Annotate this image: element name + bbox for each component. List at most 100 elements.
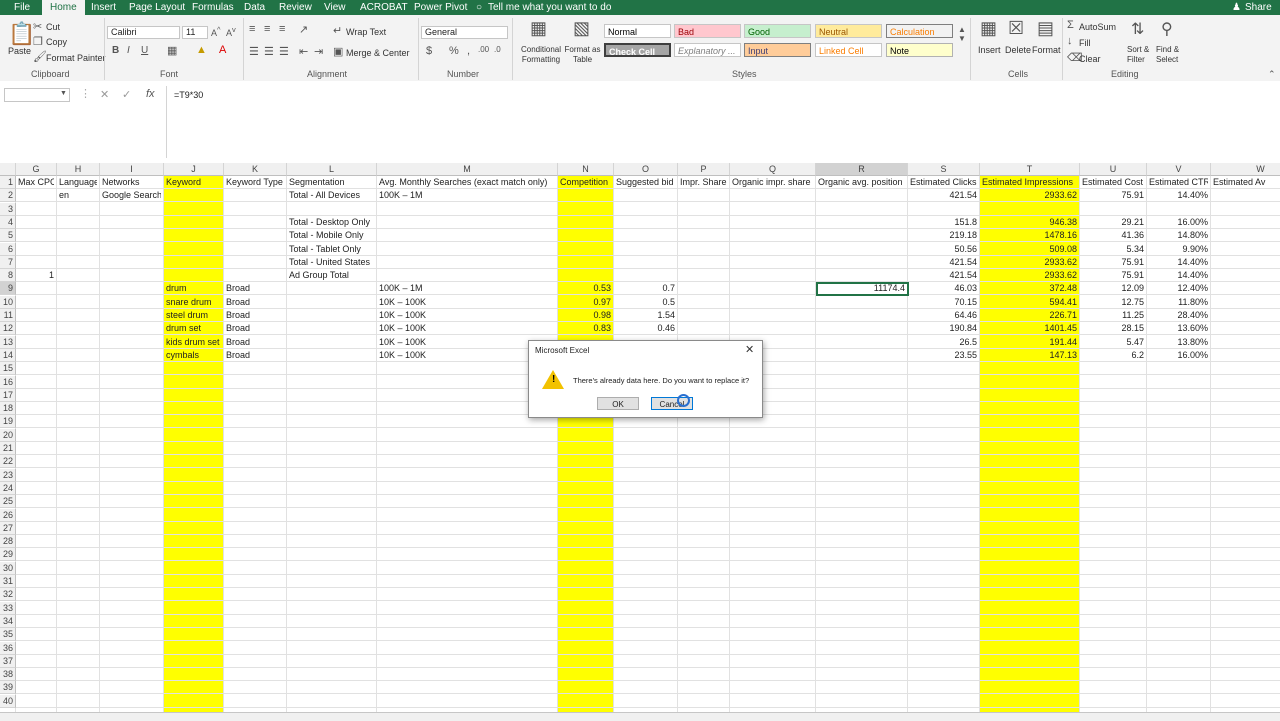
table-cell[interactable]: 11.25 xyxy=(1082,309,1144,322)
column-title-cell[interactable]: Max CPC xyxy=(18,176,54,189)
find-icon[interactable]: ⚲ xyxy=(1161,19,1173,39)
row-header[interactable]: 1 xyxy=(0,176,16,189)
orientation-icon[interactable]: ↗ xyxy=(299,23,308,36)
table-cell[interactable]: 0.97 xyxy=(560,296,611,309)
table-cell[interactable]: 1478.16 xyxy=(982,229,1077,242)
row-header[interactable]: 15 xyxy=(0,362,16,376)
table-cell[interactable]: drum set xyxy=(166,322,221,335)
row-header[interactable]: 37 xyxy=(0,654,16,668)
conditional-formatting-button[interactable]: Conditional Formatting xyxy=(517,45,565,65)
table-cell[interactable]: 2933.62 xyxy=(982,256,1077,269)
cut-button[interactable]: Cut xyxy=(46,22,60,32)
column-header-i[interactable]: I xyxy=(100,163,164,176)
table-cell[interactable]: 70.15 xyxy=(910,296,977,309)
row-header[interactable]: 7 xyxy=(0,255,16,269)
table-cell[interactable]: 0.53 xyxy=(560,282,611,295)
row-header[interactable]: 5 xyxy=(0,229,16,243)
cancel-entry-icon[interactable]: ✕ xyxy=(100,88,109,101)
align-right-icon[interactable]: ☰ xyxy=(279,45,289,58)
row-header[interactable]: 26 xyxy=(0,508,16,522)
table-cell[interactable]: Broad xyxy=(226,322,284,335)
table-cell[interactable]: 0.46 xyxy=(616,322,675,335)
tab-insert[interactable]: Insert xyxy=(91,0,116,15)
table-cell[interactable]: 26.5 xyxy=(910,336,977,349)
format-cells-icon[interactable]: ▤ xyxy=(1037,18,1054,39)
style-note[interactable]: Note xyxy=(886,43,953,57)
column-title-cell[interactable]: Organic impr. share xyxy=(732,176,813,189)
borders-icon[interactable]: ▦ xyxy=(167,44,177,57)
table-cell[interactable]: 100K – 1M xyxy=(379,282,555,295)
row-header[interactable]: 4 xyxy=(0,215,16,229)
tab-formulas[interactable]: Formulas xyxy=(192,0,234,15)
style-check-cell[interactable]: Check Cell xyxy=(604,43,671,57)
table-cell[interactable]: 1 xyxy=(18,269,54,282)
tab-power-pivot[interactable]: Power Pivot xyxy=(414,0,467,15)
table-cell[interactable]: 50.56 xyxy=(910,243,977,256)
comma-icon[interactable]: , xyxy=(467,45,470,57)
row-header[interactable]: 31 xyxy=(0,575,16,588)
wrap-text-icon[interactable]: ↵ xyxy=(333,24,342,37)
table-cell[interactable]: 75.91 xyxy=(1082,256,1144,269)
wrap-text-button[interactable]: Wrap Text xyxy=(346,27,386,37)
cut-icon[interactable]: ✂ xyxy=(33,20,42,33)
table-cell[interactable]: 2933.62 xyxy=(982,189,1077,202)
copy-button[interactable]: Copy xyxy=(46,37,67,47)
sort-filter-icon[interactable]: ⇅ xyxy=(1131,19,1144,39)
table-cell[interactable]: 190.84 xyxy=(910,322,977,335)
row-header[interactable]: 8 xyxy=(0,269,16,283)
column-title-cell[interactable]: Segmentation xyxy=(289,176,374,189)
table-cell[interactable]: 10K – 100K xyxy=(379,309,555,322)
table-cell[interactable]: kids drum set xyxy=(166,336,221,349)
column-header-t[interactable]: T xyxy=(980,163,1080,176)
table-cell[interactable]: 14.40% xyxy=(1149,189,1208,202)
column-title-cell[interactable]: Estimated CTR xyxy=(1149,176,1208,189)
table-cell[interactable]: 5.47 xyxy=(1082,336,1144,349)
style-linked-cell[interactable]: Linked Cell xyxy=(815,43,882,57)
active-cell-selection[interactable] xyxy=(816,282,909,296)
column-header-p[interactable]: P xyxy=(678,163,730,176)
row-header[interactable]: 13 xyxy=(0,335,16,349)
merge-icon[interactable]: ▣ xyxy=(333,45,343,58)
column-header-n[interactable]: N xyxy=(558,163,614,176)
table-cell[interactable]: Broad xyxy=(226,296,284,309)
table-cell[interactable]: 421.54 xyxy=(910,269,977,282)
table-cell[interactable]: 421.54 xyxy=(910,256,977,269)
row-header[interactable]: 23 xyxy=(0,468,16,482)
column-header-r[interactable]: R xyxy=(816,163,908,176)
table-cell[interactable]: steel drum xyxy=(166,309,221,322)
table-cell[interactable]: 946.38 xyxy=(982,216,1077,229)
row-header[interactable]: 35 xyxy=(0,628,16,642)
table-cell[interactable]: 46.03 xyxy=(910,282,977,295)
select-all-corner[interactable] xyxy=(0,163,16,176)
ok-button[interactable]: OK xyxy=(597,397,639,410)
table-cell[interactable]: Total - Mobile Only xyxy=(289,229,374,242)
increase-indent-icon[interactable]: ⇥ xyxy=(314,45,323,58)
table-cell[interactable]: Broad xyxy=(226,349,284,362)
column-title-cell[interactable]: Competition xyxy=(560,176,611,189)
find-select-button[interactable]: Find & Select xyxy=(1156,45,1188,65)
fill-color-icon[interactable]: ▲ xyxy=(196,44,207,56)
row-header[interactable]: 27 xyxy=(0,521,16,535)
style-calculation[interactable]: Calculation xyxy=(886,24,953,38)
table-cell[interactable]: 9.90% xyxy=(1149,243,1208,256)
table-cell[interactable]: drum xyxy=(166,282,221,295)
increase-decimal-icon[interactable]: .00 xyxy=(478,45,489,54)
table-cell[interactable]: 151.8 xyxy=(910,216,977,229)
row-header[interactable]: 30 xyxy=(0,561,16,575)
increase-font-icon[interactable]: A^ xyxy=(211,25,221,38)
table-cell[interactable]: 1.54 xyxy=(616,309,675,322)
number-format-select[interactable]: General xyxy=(421,26,508,39)
table-cell[interactable]: Broad xyxy=(226,282,284,295)
table-cell[interactable]: 219.18 xyxy=(910,229,977,242)
table-cell[interactable]: Google Search xyxy=(102,189,161,202)
column-header-m[interactable]: M xyxy=(377,163,558,176)
table-cell[interactable]: 594.41 xyxy=(982,296,1077,309)
table-cell[interactable]: 421.54 xyxy=(910,189,977,202)
italic-icon[interactable]: I xyxy=(127,45,130,56)
table-cell[interactable]: 5.34 xyxy=(1082,243,1144,256)
tab-page-layout[interactable]: Page Layout xyxy=(129,0,185,15)
table-cell[interactable]: 12.75 xyxy=(1082,296,1144,309)
row-header[interactable]: 34 xyxy=(0,614,16,628)
table-cell[interactable]: 28.40% xyxy=(1149,309,1208,322)
column-title-cell[interactable]: Estimated Impressions xyxy=(982,176,1077,189)
